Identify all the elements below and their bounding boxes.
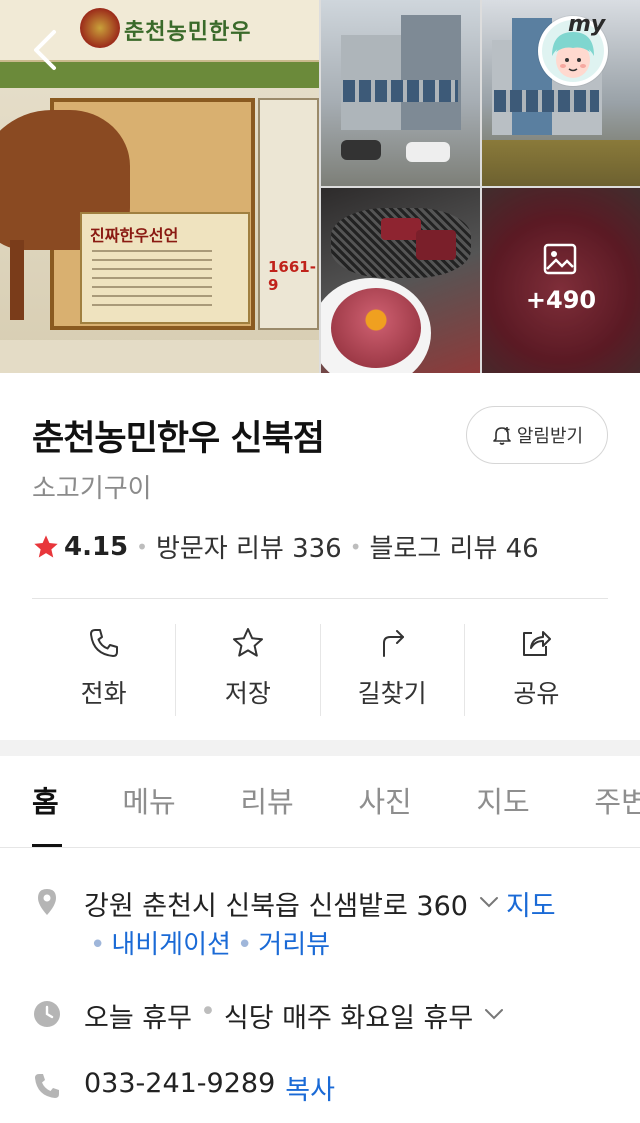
tab-bar: 홈 메뉴 리뷰 사진 지도 주변 [0, 756, 640, 848]
sign-card-title: 진짜한우선언 [90, 226, 179, 245]
logo-text: 춘천농민한우 [124, 19, 252, 45]
place-name: 춘천농민한우 신북점 [32, 419, 325, 459]
more-photo-count: +490 [525, 286, 597, 314]
chevron-down-icon[interactable] [483, 1003, 505, 1025]
phone-icon [89, 629, 118, 657]
back-chevron-icon[interactable] [28, 28, 64, 72]
address-links: • 내비게이션 • 거리뷰 [84, 924, 330, 961]
separator-dot: • [236, 930, 253, 960]
building-photo[interactable] [321, 0, 480, 186]
tab-nearby[interactable]: 주변 [562, 756, 640, 847]
clock-icon [34, 1001, 60, 1027]
phone-row: 033-241-9289 복사 [32, 1068, 335, 1107]
location-pin-icon [38, 889, 56, 915]
star-outline-icon [232, 628, 263, 657]
building-tower [401, 15, 461, 130]
sign-phone: 1661-9 [268, 258, 316, 294]
navigation-link[interactable]: 내비게이션 [111, 930, 231, 960]
copy-phone-link[interactable]: 복사 [285, 1068, 335, 1107]
phone-filled-icon [35, 1074, 59, 1098]
sign-bottom-strip [0, 340, 319, 373]
section-separator [0, 740, 640, 756]
hours-status: 오늘 휴무 [84, 1003, 192, 1034]
place-category: 소고기구이 [32, 474, 152, 504]
save-button[interactable]: 저장 [175, 624, 319, 716]
yukhoe-dish [331, 288, 421, 368]
address-row: 강원 춘천시 신북읍 신샘밭로 360 지도 [32, 884, 556, 923]
sign-card-text [92, 250, 212, 306]
street-view-link[interactable]: 거리뷰 [258, 930, 330, 960]
action-bar: 전화 저장 길찾기 공유 [32, 624, 608, 716]
visitor-reviews-link[interactable]: 방문자 리뷰 336 [156, 528, 342, 565]
divider [32, 598, 608, 599]
share-label: 공유 [513, 679, 560, 708]
building-windows [494, 90, 599, 112]
call-label: 전화 [80, 679, 127, 708]
tab-map[interactable]: 지도 [444, 756, 562, 847]
separator-dot: • [136, 534, 148, 559]
beef-slice [381, 218, 421, 240]
share-icon [523, 631, 552, 656]
cow-leg [10, 240, 24, 320]
directions-button[interactable]: 길찾기 [319, 624, 464, 716]
bell-plus-icon [493, 427, 511, 445]
share-button[interactable]: 공유 [463, 624, 608, 716]
address-text: 강원 춘천시 신북읍 신샘밭로 360 [84, 891, 468, 922]
directions-label: 길찾기 [357, 679, 427, 708]
beef-slice [416, 230, 456, 260]
more-overlay [482, 188, 640, 373]
hours-row[interactable]: 오늘 휴무 • 식당 매주 화요일 휴무 [32, 996, 511, 1035]
call-button[interactable]: 전화 [32, 624, 175, 716]
sign-side-panel [258, 98, 319, 330]
car [341, 140, 381, 160]
rating-score: 4.15 [64, 531, 129, 562]
blog-reviews-link[interactable]: 블로그 리뷰 46 [370, 528, 539, 565]
grill-photo[interactable] [321, 188, 480, 373]
tab-menu[interactable]: 메뉴 [90, 756, 208, 847]
map-link[interactable]: 지도 [506, 884, 556, 923]
tab-photos[interactable]: 사진 [326, 756, 444, 847]
alert-button-label: 알림받기 [516, 426, 584, 447]
image-icon [543, 243, 577, 275]
car [406, 142, 450, 162]
hours-note: 식당 매주 화요일 휴무 [223, 1003, 474, 1034]
tab-reviews[interactable]: 리뷰 [208, 756, 326, 847]
directions-icon [383, 630, 405, 657]
field [482, 140, 640, 186]
separator-dot: • [90, 930, 106, 960]
my-label: my [568, 12, 606, 37]
chevron-down-icon[interactable] [478, 891, 500, 913]
more-photos-tile[interactable]: +490 [482, 188, 640, 373]
tab-home[interactable]: 홈 [0, 756, 90, 847]
separator-dot: • [199, 996, 216, 1027]
rating-row: 4.15 • 방문자 리뷰 336 • 블로그 리뷰 46 [32, 528, 539, 565]
building-windows [343, 80, 458, 102]
logo-seal [80, 8, 120, 48]
alert-subscribe-button[interactable]: 알림받기 [466, 406, 608, 464]
star-filled-icon [34, 534, 58, 557]
separator-dot: • [349, 534, 362, 559]
phone-number[interactable]: 033-241-9289 [84, 1068, 275, 1099]
save-label: 저장 [224, 679, 271, 708]
